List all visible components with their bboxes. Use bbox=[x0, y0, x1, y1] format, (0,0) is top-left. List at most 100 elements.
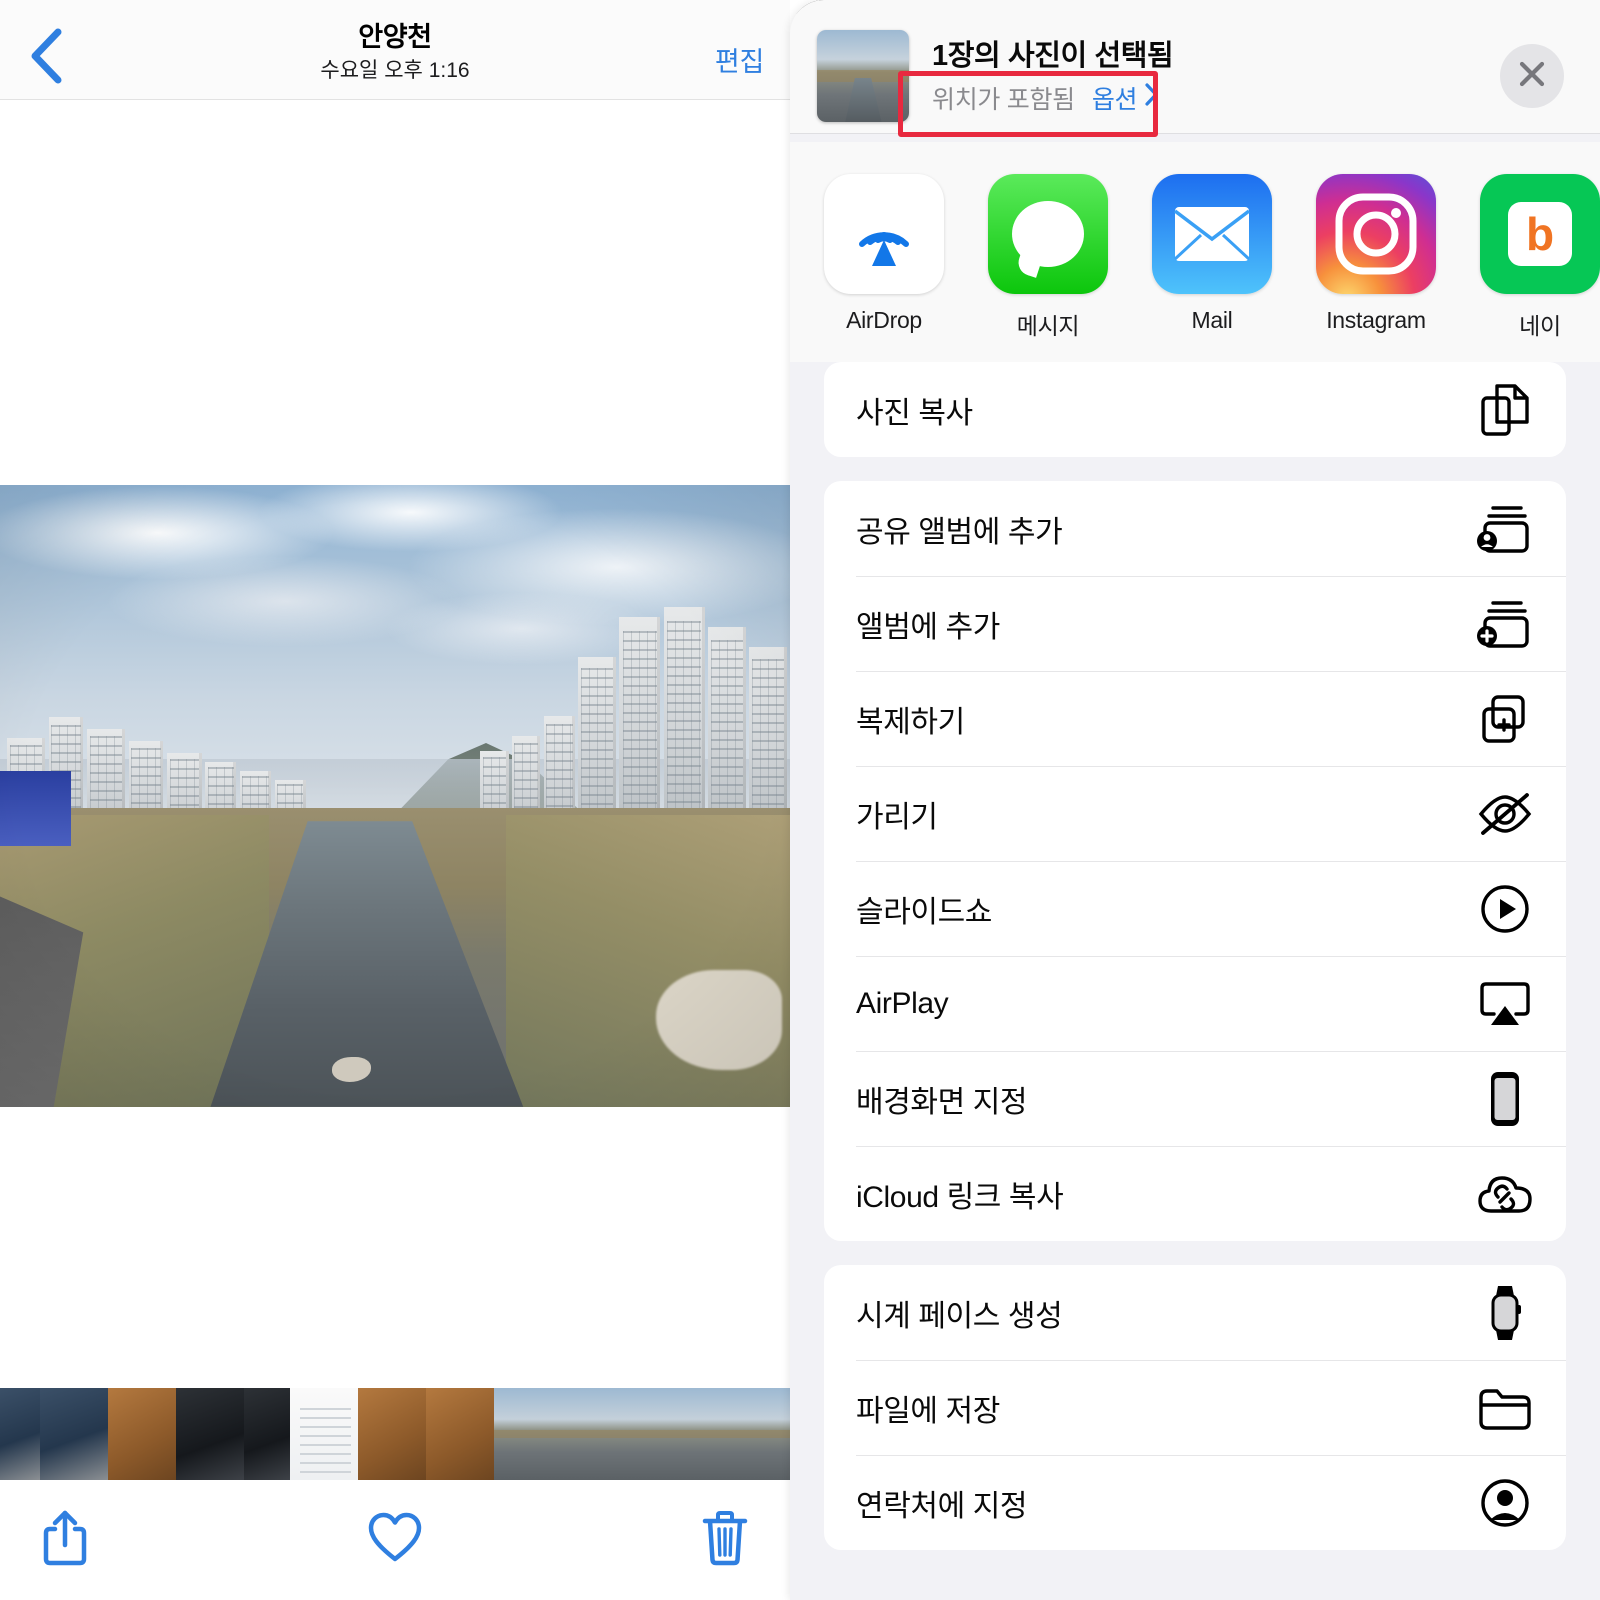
action-row-label: iCloud 링크 복사 bbox=[856, 1172, 1476, 1216]
action-row-label: 연락처에 지정 bbox=[856, 1481, 1476, 1525]
duplicate-icon bbox=[1476, 690, 1534, 748]
copy-photo-icon bbox=[1476, 381, 1534, 439]
share-app-naver-band[interactable]: b 네이 bbox=[1480, 174, 1600, 341]
folder-icon bbox=[1476, 1379, 1534, 1437]
share-up-arrow-icon bbox=[42, 1509, 88, 1572]
airdrop-icon bbox=[824, 174, 944, 294]
action-group: 시계 페이스 생성 파일에 저장 연락처에 지정 bbox=[824, 1265, 1566, 1550]
action-row-label: 공유 앨범에 추가 bbox=[856, 507, 1476, 551]
action-row[interactable]: 앨범에 추가 bbox=[824, 576, 1566, 671]
action-row-label: 슬라이드쇼 bbox=[856, 887, 1476, 931]
naver-band-icon: b bbox=[1480, 174, 1600, 294]
nav-title-block: 안양천 수요일 오후 1:16 bbox=[0, 20, 790, 86]
filmstrip-thumbnail[interactable] bbox=[176, 1388, 244, 1480]
action-row-label: AirPlay bbox=[856, 987, 1476, 1021]
filmstrip-thumbnail[interactable] bbox=[0, 1388, 40, 1480]
action-row[interactable]: 연락처에 지정 bbox=[824, 1455, 1566, 1550]
action-row-label: 가리기 bbox=[856, 792, 1476, 836]
share-app-instagram[interactable]: Instagram bbox=[1316, 174, 1436, 334]
favorite-button[interactable] bbox=[361, 1506, 429, 1574]
airplay-icon bbox=[1476, 975, 1534, 1033]
action-row[interactable]: iCloud 링크 복사 bbox=[824, 1146, 1566, 1241]
add-to-album-icon bbox=[1476, 595, 1534, 653]
share-sheet-pane: 1장의 사진이 선택됨 위치가 포함됨 옵션 bbox=[790, 0, 1600, 1600]
screen-root: 안양천 수요일 오후 1:16 편집 bbox=[0, 0, 1600, 1600]
filmstrip-thumbnail[interactable] bbox=[108, 1388, 176, 1480]
filmstrip-thumbnail[interactable] bbox=[358, 1388, 426, 1480]
delete-button[interactable] bbox=[691, 1506, 759, 1574]
share-app-label: Instagram bbox=[1316, 307, 1436, 334]
location-included-label: 위치가 포함됨 bbox=[932, 80, 1075, 116]
edit-button[interactable]: 편집 bbox=[715, 40, 764, 79]
action-row-label: 파일에 저장 bbox=[856, 1386, 1476, 1430]
share-app-label: 메시지 bbox=[988, 307, 1108, 341]
messages-icon bbox=[988, 174, 1108, 294]
photo-vignette bbox=[0, 485, 790, 1107]
bottom-toolbar bbox=[0, 1480, 790, 1600]
action-row-label: 배경화면 지정 bbox=[856, 1077, 1476, 1121]
share-app-label: AirDrop bbox=[824, 307, 944, 334]
close-x-icon bbox=[1516, 58, 1548, 95]
action-row[interactable]: 사진 복사 bbox=[824, 362, 1566, 457]
filmstrip-thumbnail[interactable] bbox=[748, 1388, 790, 1480]
photos-app-pane: 안양천 수요일 오후 1:16 편집 bbox=[0, 0, 790, 1600]
share-action-list: 사진 복사 공유 앨범에 추가 앨범에 추가 복제하기 가리기 슬라이드쇼 bbox=[790, 362, 1600, 1574]
share-app-airdrop[interactable]: AirDrop bbox=[824, 174, 944, 334]
share-button[interactable] bbox=[31, 1506, 99, 1574]
selection-title: 1장의 사진이 선택됨 bbox=[932, 32, 1173, 74]
main-photo[interactable] bbox=[0, 485, 790, 1107]
action-row[interactable]: 복제하기 bbox=[824, 671, 1566, 766]
action-row-label: 사진 복사 bbox=[856, 388, 1476, 432]
action-group: 사진 복사 bbox=[824, 362, 1566, 457]
filmstrip-thumbnail[interactable] bbox=[494, 1388, 504, 1480]
action-group: 공유 앨범에 추가 앨범에 추가 복제하기 가리기 슬라이드쇼 AirPlay bbox=[824, 481, 1566, 1241]
page-title: 안양천 bbox=[0, 20, 790, 54]
share-app-label: 네이 bbox=[1480, 307, 1600, 341]
contact-person-icon bbox=[1476, 1474, 1534, 1532]
thumbnail-filmstrip[interactable] bbox=[0, 1388, 790, 1480]
action-row[interactable]: AirPlay bbox=[824, 956, 1566, 1051]
photo-stage bbox=[0, 100, 790, 1388]
action-row-label: 시계 페이스 생성 bbox=[856, 1291, 1476, 1335]
filmstrip-thumbnail[interactable] bbox=[656, 1388, 702, 1480]
filmstrip-thumbnail[interactable] bbox=[40, 1388, 108, 1480]
action-row[interactable]: 가리기 bbox=[824, 766, 1566, 861]
filmstrip-thumbnail[interactable] bbox=[702, 1388, 748, 1480]
hide-eye-slash-icon bbox=[1476, 785, 1534, 843]
instagram-icon bbox=[1316, 174, 1436, 294]
trash-icon bbox=[701, 1510, 749, 1571]
watch-face-icon bbox=[1476, 1284, 1534, 1342]
action-row[interactable]: 시계 페이스 생성 bbox=[824, 1265, 1566, 1360]
slideshow-play-icon bbox=[1476, 880, 1534, 938]
icloud-link-icon bbox=[1476, 1165, 1534, 1223]
options-button[interactable]: 옵션 bbox=[1092, 80, 1159, 116]
filmstrip-thumbnail[interactable] bbox=[290, 1388, 358, 1480]
wallpaper-phone-icon bbox=[1476, 1070, 1534, 1128]
filmstrip-thumbnail[interactable] bbox=[504, 1388, 600, 1480]
action-row[interactable]: 배경화면 지정 bbox=[824, 1051, 1566, 1146]
action-row[interactable]: 슬라이드쇼 bbox=[824, 861, 1566, 956]
mail-icon bbox=[1152, 174, 1272, 294]
share-app-label: Mail bbox=[1152, 307, 1272, 334]
share-app-mail[interactable]: Mail bbox=[1152, 174, 1272, 334]
share-sheet-header: 1장의 사진이 선택됨 위치가 포함됨 옵션 bbox=[790, 8, 1600, 134]
action-row-label: 복제하기 bbox=[856, 697, 1476, 741]
page-subtitle: 수요일 오후 1:16 bbox=[0, 56, 790, 86]
selected-photo-thumbnail[interactable] bbox=[817, 30, 909, 122]
filmstrip-thumbnail[interactable] bbox=[244, 1388, 290, 1480]
share-app-row[interactable]: AirDrop 메시지 Mail Instagram b 네이 bbox=[790, 142, 1600, 362]
filmstrip-thumbnail[interactable] bbox=[426, 1388, 494, 1480]
add-to-shared-album-icon bbox=[1476, 500, 1534, 558]
chevron-right-icon bbox=[1144, 82, 1159, 114]
filmstrip-thumbnail[interactable] bbox=[600, 1388, 610, 1480]
filmstrip-thumbnail[interactable] bbox=[610, 1388, 656, 1480]
heart-icon bbox=[367, 1512, 423, 1569]
share-app-messages[interactable]: 메시지 bbox=[988, 174, 1108, 341]
selection-subtitle-row: 위치가 포함됨 옵션 bbox=[932, 80, 1159, 116]
close-button[interactable] bbox=[1500, 44, 1564, 108]
options-label: 옵션 bbox=[1092, 80, 1137, 116]
action-row-label: 앨범에 추가 bbox=[856, 602, 1476, 646]
action-row[interactable]: 파일에 저장 bbox=[824, 1360, 1566, 1455]
action-row[interactable]: 공유 앨범에 추가 bbox=[824, 481, 1566, 576]
navigation-bar: 안양천 수요일 오후 1:16 편집 bbox=[0, 0, 790, 100]
